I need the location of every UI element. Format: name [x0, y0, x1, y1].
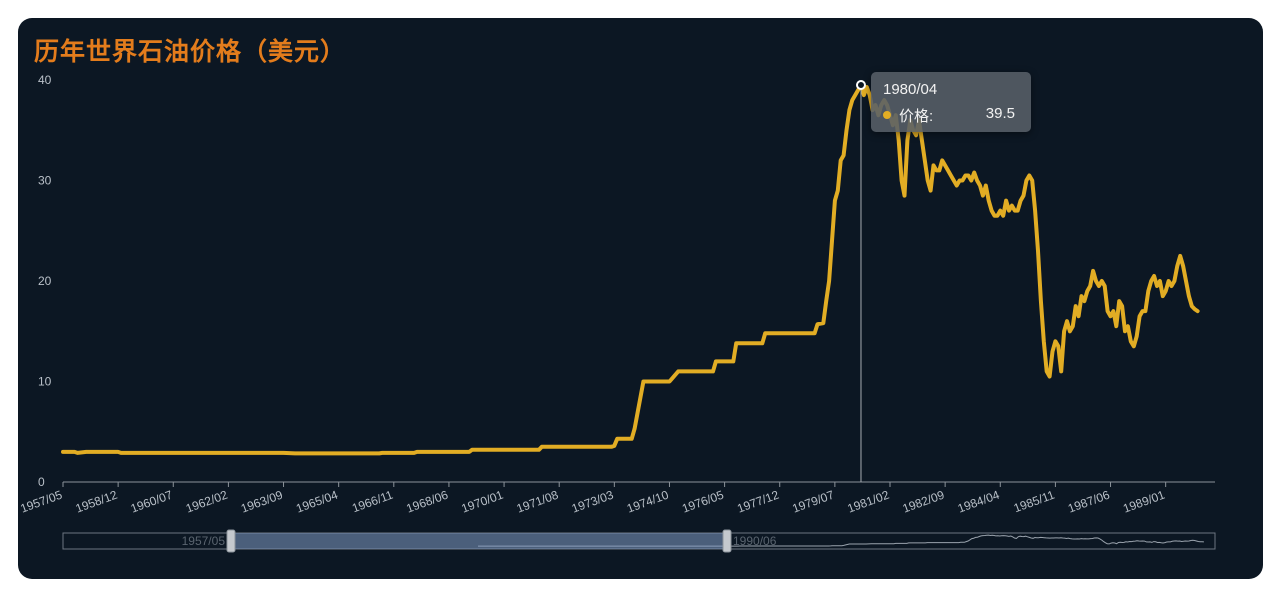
- axes: 0 10 20 30 40 1957/05 1958/12 1960/07 1962/02 196…: [18, 73, 1215, 516]
- x-tick-label: 1973/03: [570, 488, 616, 516]
- x-tick-label: 1966/11: [350, 488, 395, 516]
- x-tick-label: 1957/05: [18, 488, 64, 516]
- x-tick-label: 1979/07: [790, 488, 836, 516]
- x-tick-label: 1962/02: [184, 488, 230, 516]
- y-tick-label: 10: [38, 375, 52, 389]
- x-tick-label: 1984/04: [956, 488, 1002, 516]
- tooltip: 1980/04 价格: 39.5: [871, 72, 1031, 132]
- x-tick-label: 1960/07: [129, 488, 175, 516]
- x-tick-label: 1982/09: [901, 488, 947, 516]
- x-tick-label: 1989/01: [1121, 488, 1167, 516]
- price-series-line[interactable]: [61, 83, 1200, 456]
- tooltip-marker: [883, 111, 891, 120]
- y-tick-label: 20: [38, 274, 52, 288]
- y-tick-label: 0: [38, 475, 45, 489]
- x-tick-label: 1985/11: [1012, 488, 1057, 516]
- slider-handle-end[interactable]: [722, 529, 732, 553]
- y-tick-label: 30: [38, 174, 52, 188]
- slider-handle-start[interactable]: [226, 529, 236, 553]
- highlight-point[interactable]: [855, 80, 866, 91]
- x-tick-label: 1970/01: [460, 488, 506, 516]
- tooltip-series-label: 价格:: [899, 108, 934, 125]
- line-chart[interactable]: 0 10 20 30 40 1957/05 1958/12 1960/07 1962/02 196…: [0, 0, 1281, 597]
- x-tick-label: 1977/12: [735, 488, 781, 516]
- slider-end-label: 1990/06: [733, 534, 777, 548]
- y-tick-label: 40: [38, 73, 52, 87]
- slider-start-label: 1957/05: [182, 534, 226, 548]
- x-tick-label: 1963/09: [239, 488, 285, 516]
- x-tick-label: 1958/12: [74, 488, 120, 516]
- x-tick-label: 1965/04: [294, 488, 340, 516]
- x-tick-label: 1987/06: [1066, 488, 1112, 516]
- x-tick-label: 1974/10: [625, 488, 671, 516]
- tooltip-date: 1980/04: [883, 81, 938, 98]
- plot-area[interactable]: [61, 80, 1200, 482]
- tooltip-value: 39.5: [985, 105, 1015, 122]
- x-tick-label: 1981/02: [845, 488, 891, 516]
- data-zoom-slider[interactable]: 1957/05 1990/06: [62, 529, 1216, 553]
- slider-selection[interactable]: [231, 533, 727, 549]
- x-tick-label: 1971/08: [515, 488, 561, 516]
- x-tick-label: 1968/06: [404, 488, 450, 516]
- tooltip-row: 价格: 39.5: [883, 105, 1023, 126]
- x-tick-label: 1976/05: [680, 488, 726, 516]
